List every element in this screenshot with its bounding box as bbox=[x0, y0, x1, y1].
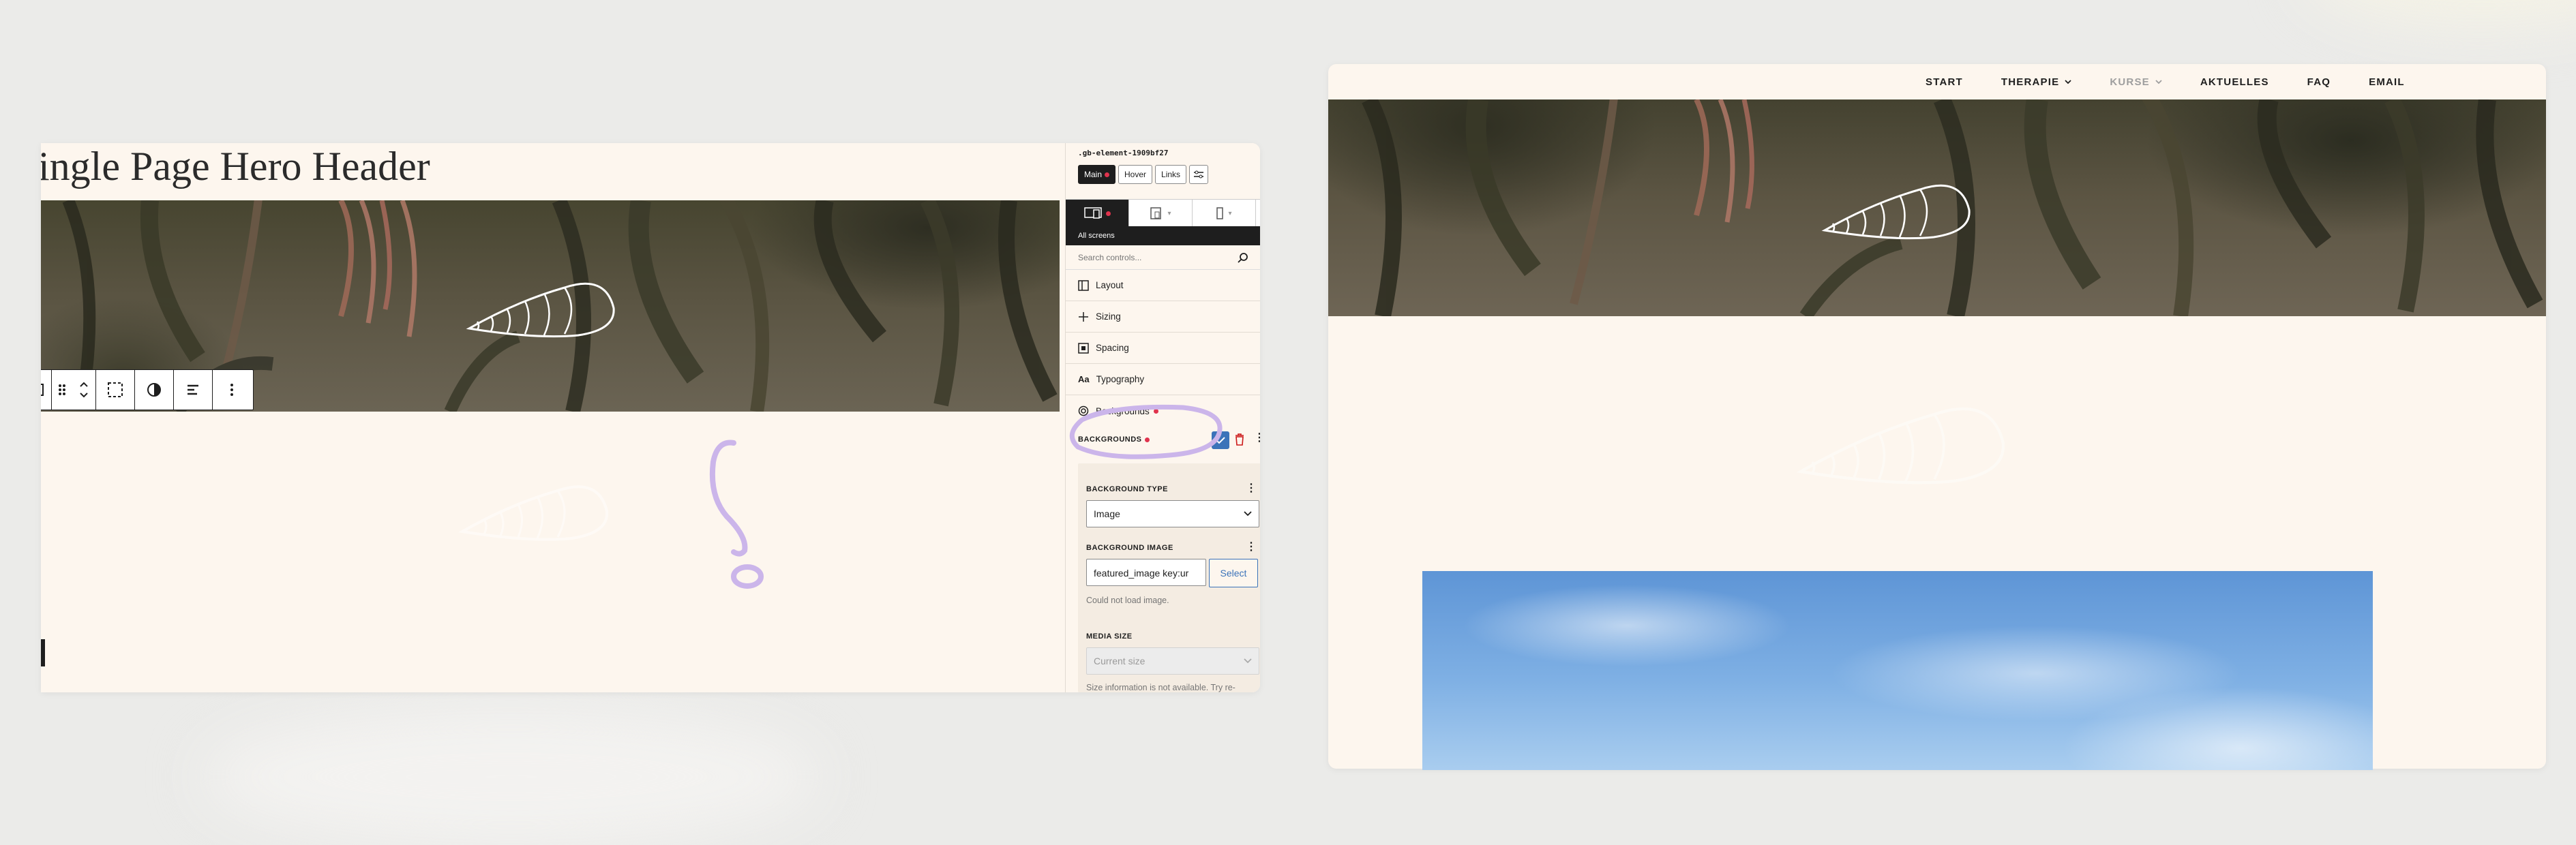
faded-seashell-image bbox=[458, 485, 609, 541]
device-tab-mobile[interactable]: ▾ bbox=[1193, 200, 1256, 227]
nav-label: FAQ bbox=[2307, 76, 2331, 88]
nav-label: AKTUELLES bbox=[2200, 76, 2269, 88]
state-tab-label: Links bbox=[1161, 170, 1181, 179]
device-tab-tablet[interactable]: ▾ bbox=[1129, 200, 1193, 227]
nav-item-kurse[interactable]: KURSE bbox=[2110, 76, 2162, 88]
nav-label: THERAPIE bbox=[2001, 76, 2060, 88]
chevron-down-icon bbox=[2155, 79, 2162, 84]
block-type-icon bbox=[41, 384, 44, 396]
background-glow bbox=[2305, 0, 2576, 27]
seashell-logo bbox=[1821, 184, 1971, 240]
background-image-input[interactable]: featured_image key:ur bbox=[1086, 559, 1206, 586]
editor-canvas: ingle Page Hero Header bbox=[41, 143, 1060, 692]
nav-item-start[interactable]: START bbox=[1926, 76, 1963, 88]
state-tab-label: Hover bbox=[1124, 170, 1147, 179]
layout-icon bbox=[1078, 279, 1089, 291]
background-glow bbox=[205, 709, 818, 845]
hero-header-preview bbox=[1328, 99, 2546, 316]
kebab-icon[interactable]: ⋮ bbox=[1254, 431, 1260, 444]
trash-icon[interactable] bbox=[1235, 433, 1244, 446]
state-tab-main[interactable]: Main bbox=[1078, 165, 1116, 184]
search-icon bbox=[1238, 252, 1248, 263]
drag-handle[interactable] bbox=[52, 370, 72, 410]
section-label: Typography bbox=[1096, 374, 1145, 384]
drag-icon bbox=[59, 384, 65, 395]
sizing-icon bbox=[1079, 311, 1088, 322]
nav-label: START bbox=[1926, 76, 1963, 88]
modified-dot bbox=[1105, 172, 1110, 177]
chevron-down-icon: ▾ bbox=[1167, 209, 1171, 217]
search-placeholder: Search controls... bbox=[1078, 252, 1142, 262]
align-left-icon bbox=[188, 384, 198, 395]
page-title[interactable]: ingle Page Hero Header bbox=[41, 143, 430, 199]
tablet-icon bbox=[1150, 207, 1162, 219]
css-selector-label: .gb-element-1909bf27 bbox=[1078, 149, 1169, 157]
styles-button[interactable] bbox=[135, 370, 174, 410]
device-tab-desktop[interactable] bbox=[1066, 200, 1129, 227]
sky-featured-image bbox=[1422, 571, 2373, 770]
align-button[interactable] bbox=[174, 370, 213, 410]
select-image-button[interactable]: Select bbox=[1209, 559, 1258, 587]
state-tab-label: Main bbox=[1084, 170, 1103, 179]
kebab-icon[interactable]: ⋮ bbox=[1246, 540, 1257, 553]
state-tab-links[interactable]: Links bbox=[1155, 165, 1187, 184]
block-toolbar bbox=[41, 369, 254, 410]
question-mark-annotation bbox=[709, 440, 764, 589]
state-options-button[interactable] bbox=[1189, 165, 1209, 184]
search-controls-input[interactable]: Search controls... bbox=[1066, 245, 1260, 270]
section-sizing[interactable]: Sizing bbox=[1066, 301, 1260, 333]
dashed-box-icon bbox=[108, 382, 123, 397]
section-label: Layout bbox=[1096, 280, 1124, 290]
nav-item-faq[interactable]: FAQ bbox=[2307, 76, 2331, 88]
seashell-logo bbox=[466, 282, 615, 338]
state-tabs: Main Hover Links bbox=[1078, 165, 1209, 184]
faded-seashell-image bbox=[1796, 408, 2005, 485]
modified-dot bbox=[1105, 211, 1111, 216]
all-screens-bar: All screens bbox=[1066, 226, 1260, 245]
background-type-value: Image bbox=[1094, 508, 1120, 519]
section-spacing[interactable]: Spacing bbox=[1066, 333, 1260, 364]
highlight-circle-annotation bbox=[1069, 404, 1223, 459]
kebab-icon bbox=[230, 384, 233, 396]
device-tabs: ▾ ▾ bbox=[1066, 199, 1260, 228]
block-type-button[interactable] bbox=[41, 370, 52, 410]
media-size-label: MEDIA SIZE bbox=[1086, 632, 1133, 641]
chevron-up-down-icon bbox=[80, 382, 88, 398]
chevron-down-icon bbox=[1244, 511, 1252, 517]
typography-icon: Aa bbox=[1078, 374, 1090, 384]
more-options-button[interactable] bbox=[213, 370, 251, 410]
section-typography[interactable]: Aa Typography bbox=[1066, 364, 1260, 395]
move-up-down-buttons[interactable] bbox=[72, 370, 95, 410]
nav-label: EMAIL bbox=[2369, 76, 2405, 88]
image-error-text: Could not load image. bbox=[1086, 596, 1169, 605]
text-cursor bbox=[41, 639, 45, 666]
mobile-icon bbox=[1216, 207, 1224, 219]
section-label: Sizing bbox=[1096, 311, 1121, 322]
background-image-label: BACKGROUND IMAGE bbox=[1086, 544, 1173, 552]
nav-item-therapie[interactable]: THERAPIE bbox=[2001, 76, 2071, 88]
background-type-select[interactable]: Image bbox=[1086, 500, 1259, 527]
contrast-icon bbox=[147, 383, 161, 397]
media-size-select: Current size bbox=[1086, 647, 1259, 675]
spacing-icon bbox=[1078, 342, 1089, 354]
nav-item-aktuelles[interactable]: AKTUELLES bbox=[2200, 76, 2269, 88]
media-size-value: Current size bbox=[1094, 656, 1145, 666]
chevron-down-icon bbox=[1244, 658, 1252, 664]
section-layout[interactable]: Layout bbox=[1066, 270, 1260, 301]
size-info-text: Size information is not available. Try r… bbox=[1086, 683, 1235, 692]
kebab-icon[interactable]: ⋮ bbox=[1246, 481, 1257, 495]
chevron-down-icon bbox=[2065, 79, 2071, 84]
sliders-icon bbox=[1194, 170, 1204, 179]
desktop-icon bbox=[1083, 207, 1102, 219]
background-settings-card: BACKGROUND TYPE ⋮ Image BACKGROUND IMAGE… bbox=[1078, 463, 1260, 692]
select-parent-button[interactable] bbox=[96, 370, 135, 410]
section-label: Spacing bbox=[1096, 343, 1129, 353]
nav-item-email[interactable]: EMAIL bbox=[2369, 76, 2405, 88]
chevron-down-icon: ▾ bbox=[1228, 209, 1232, 217]
state-tab-hover[interactable]: Hover bbox=[1118, 165, 1153, 184]
background-type-label: BACKGROUND TYPE bbox=[1086, 485, 1168, 493]
nav-label: KURSE bbox=[2110, 76, 2150, 88]
main-navigation: START THERAPIE KURSE AKTUELLES FAQ EMAIL bbox=[1328, 64, 2546, 99]
